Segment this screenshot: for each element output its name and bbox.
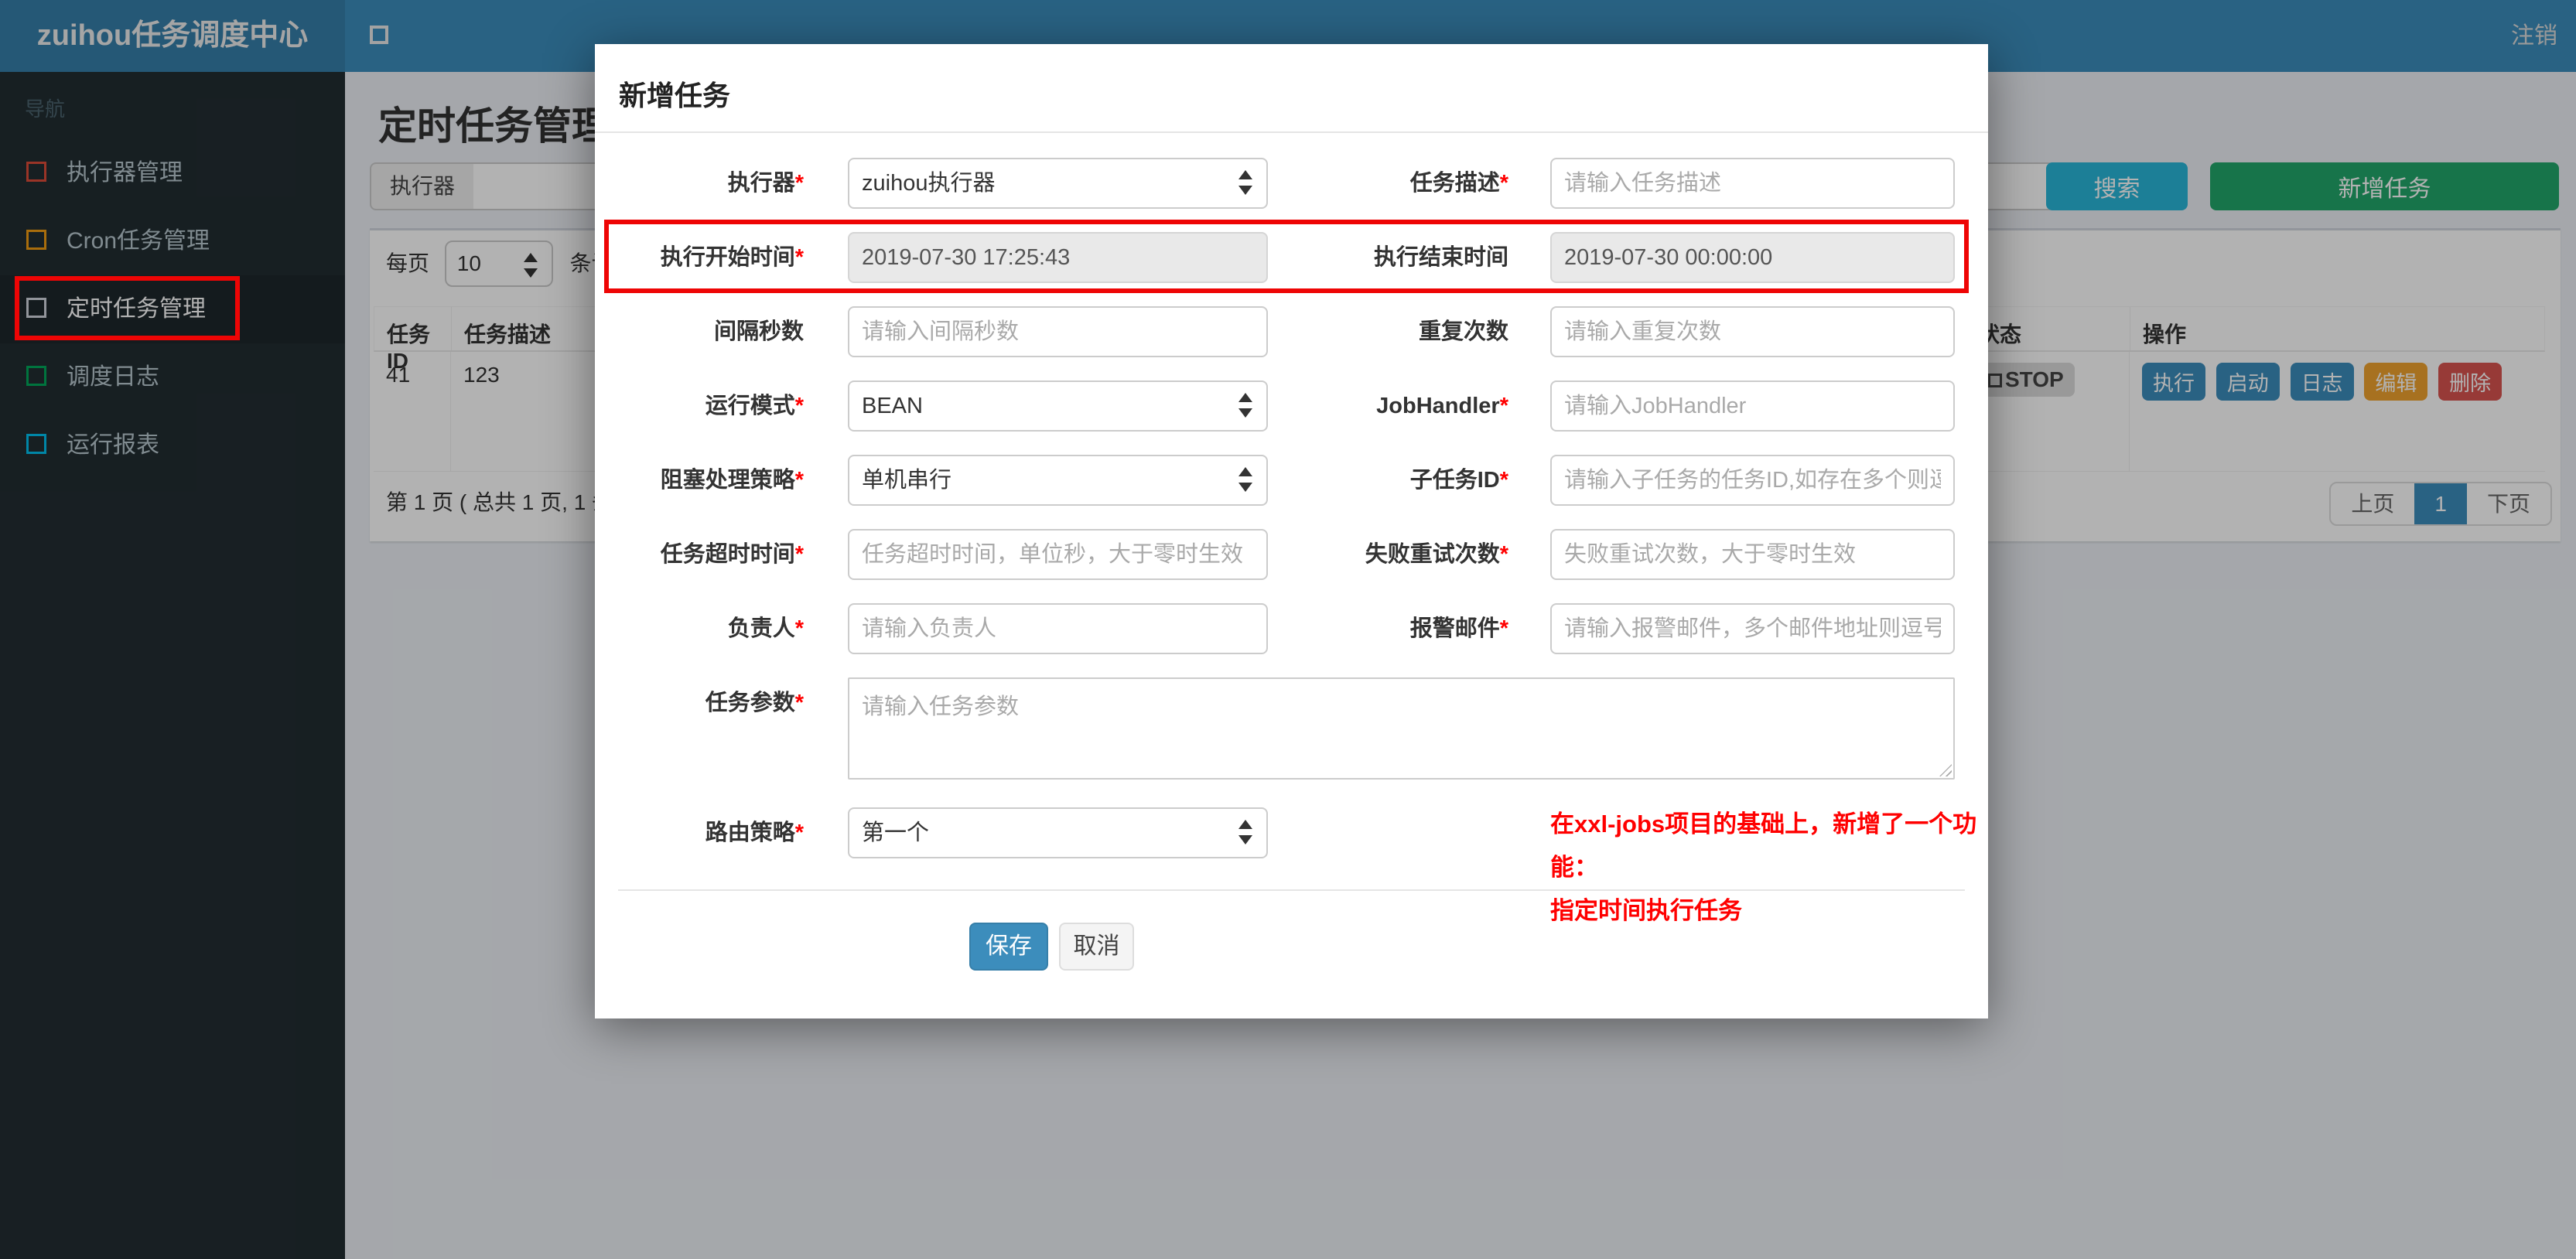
route-strategy-label: 路由策略*	[705, 821, 804, 845]
repeat-count-input[interactable]	[1550, 306, 1955, 357]
required-mark: *	[1499, 616, 1508, 641]
job-desc-input[interactable]	[1550, 158, 1955, 209]
required-mark: *	[794, 821, 804, 845]
required-mark: *	[1499, 171, 1508, 196]
divider	[595, 131, 1988, 133]
executor-label: 执行器*	[727, 171, 804, 196]
author-input[interactable]	[848, 603, 1268, 654]
executor-select-value: zuihou执行器	[862, 171, 996, 196]
job-param-label: 任务参数*	[705, 691, 804, 715]
form-row: 间隔秒数 重复次数	[595, 306, 1988, 357]
child-job-id-label: 子任务ID*	[1409, 468, 1508, 493]
form-row: 运行模式* BEAN JobHandler*	[595, 380, 1988, 432]
interval-input[interactable]	[848, 306, 1268, 357]
job-handler-input[interactable]	[1550, 380, 1955, 432]
block-strategy-label: 阻塞处理策略*	[660, 468, 804, 493]
alarm-email-input[interactable]	[1550, 603, 1955, 654]
form-row: 路由策略* 第一个 在xxl-jobs项目的基础上，新增了一个功能： 指定时间执…	[595, 807, 1988, 924]
timeout-input[interactable]	[848, 529, 1268, 580]
modal-title: 新增任务	[619, 80, 731, 111]
divider	[618, 889, 1965, 891]
modal-footer: 保存 取消	[595, 923, 1988, 971]
timeout-label: 任务超时时间*	[660, 542, 804, 567]
job-desc-label: 任务描述*	[1409, 171, 1508, 196]
job-handler-label: JobHandler*	[1376, 394, 1508, 418]
required-mark: *	[794, 468, 804, 493]
run-mode-label: 运行模式*	[705, 394, 804, 418]
fail-retry-label: 失败重试次数*	[1365, 542, 1508, 567]
feature-note: 在xxl-jobs项目的基础上，新增了一个功能： 指定时间执行任务	[1550, 803, 1995, 933]
required-mark: *	[794, 171, 804, 196]
required-mark: *	[1499, 394, 1508, 418]
repeat-count-label: 重复次数	[1418, 319, 1508, 344]
form-row: 任务参数*	[595, 677, 1988, 780]
fail-retry-input[interactable]	[1550, 529, 1955, 580]
form-row: 执行器* zuihou执行器 任务描述*	[595, 158, 1988, 209]
form-row: 负责人* 报警邮件*	[595, 603, 1988, 654]
annotation-rect-sidebar	[15, 276, 240, 340]
required-mark: *	[794, 394, 804, 418]
save-button[interactable]: 保存	[969, 923, 1048, 971]
interval-label: 间隔秒数	[713, 319, 804, 344]
block-strategy-select-value: 单机串行	[862, 468, 952, 493]
required-mark: *	[794, 691, 804, 715]
job-param-textarea[interactable]	[848, 677, 1955, 780]
add-task-modal: 新增任务 执行器* zuihou执行器 任务描述* 执行开始时间* 2019-0…	[595, 44, 1988, 1018]
executor-select[interactable]: zuihou执行器	[848, 158, 1268, 209]
author-label: 负责人*	[727, 616, 804, 641]
route-strategy-select-value: 第一个	[862, 821, 930, 845]
block-strategy-select[interactable]: 单机串行	[848, 455, 1268, 506]
required-mark: *	[794, 616, 804, 641]
run-mode-select[interactable]: BEAN	[848, 380, 1268, 432]
cancel-button[interactable]: 取消	[1059, 923, 1134, 971]
child-job-id-input[interactable]	[1550, 455, 1955, 506]
form-row: 任务超时时间* 失败重试次数*	[595, 529, 1988, 580]
alarm-email-label: 报警邮件*	[1409, 616, 1508, 641]
required-mark: *	[794, 542, 804, 567]
required-mark: *	[1499, 468, 1508, 493]
required-mark: *	[1499, 542, 1508, 567]
feature-note-line1: 在xxl-jobs项目的基础上，新增了一个功能：	[1550, 810, 1977, 881]
annotation-rect-dates	[604, 220, 1969, 293]
run-mode-select-value: BEAN	[862, 394, 923, 418]
route-strategy-select[interactable]: 第一个	[848, 807, 1268, 858]
form-row: 阻塞处理策略* 单机串行 子任务ID*	[595, 455, 1988, 506]
